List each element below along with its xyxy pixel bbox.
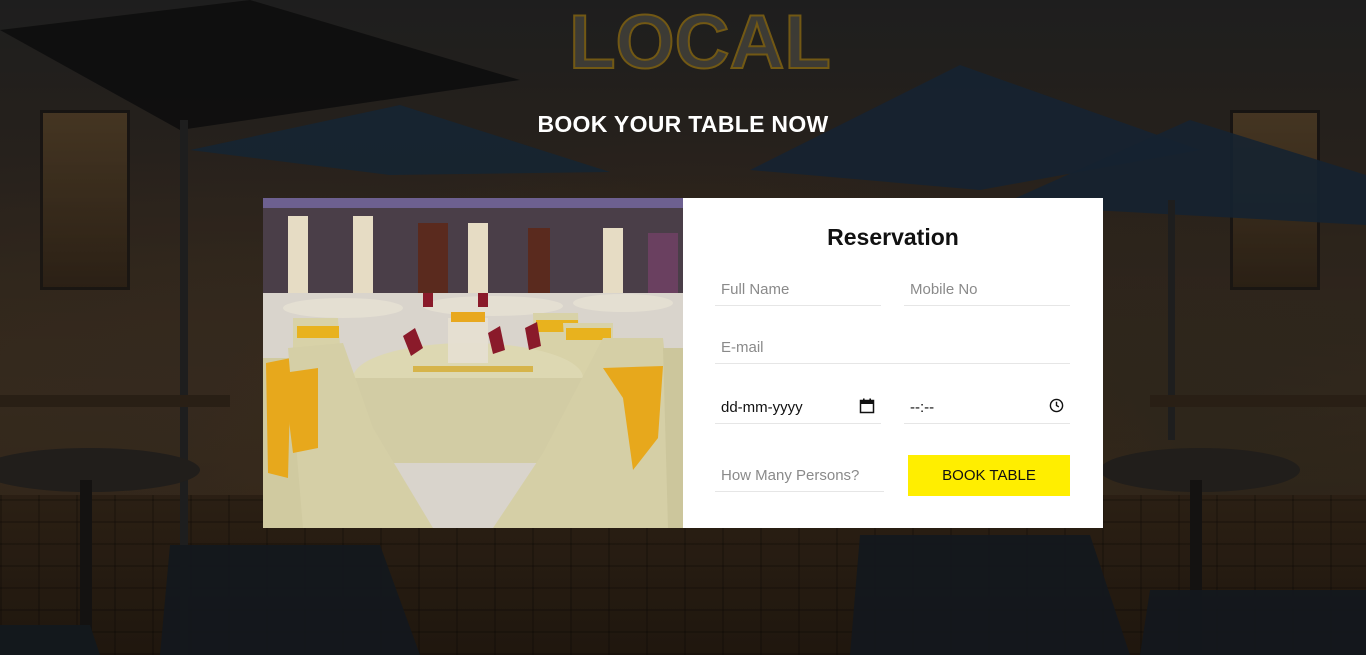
clock-icon[interactable] [1049, 398, 1064, 417]
email-input[interactable] [715, 332, 1070, 364]
date-input[interactable]: dd-mm-yyyy [715, 392, 881, 424]
mobile-input[interactable] [904, 274, 1070, 306]
full-name-input[interactable] [715, 274, 881, 306]
page-heading: BOOK YOUR TABLE NOW [537, 111, 829, 137]
calendar-icon[interactable] [859, 398, 875, 418]
form-title: Reservation [827, 224, 959, 250]
banquet-photo [263, 198, 683, 528]
persons-input[interactable] [715, 460, 884, 492]
reservation-form: Reservation dd-mm-yyyy --:-- [683, 198, 1103, 528]
time-input[interactable]: --:-- [904, 392, 1070, 424]
date-value: dd-mm-yyyy [721, 399, 803, 416]
reservation-card: Reservation dd-mm-yyyy --:-- [263, 198, 1103, 528]
time-value: --:-- [910, 399, 935, 416]
book-table-button[interactable]: BOOK TABLE [908, 455, 1070, 496]
banquet-illustration [263, 198, 683, 528]
